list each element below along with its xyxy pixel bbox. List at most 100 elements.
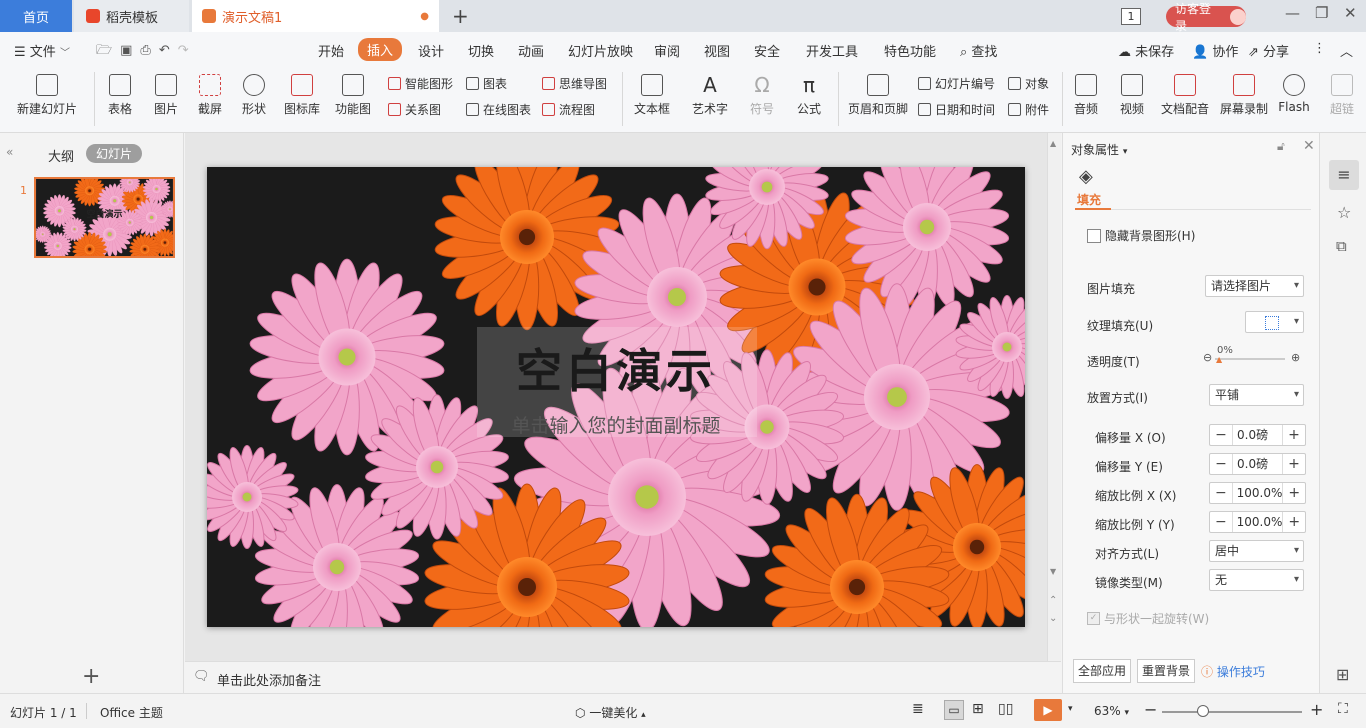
lock-icon[interactable]: 🔓︎ xyxy=(1277,139,1285,154)
tips-link[interactable]: ⓘ 操作技巧 xyxy=(1201,663,1265,680)
online-chart-button[interactable]: 在线图表 xyxy=(466,101,531,118)
transparency-slider-track[interactable] xyxy=(1215,358,1285,360)
menu-animation[interactable]: 动画 xyxy=(518,41,544,60)
menu-view[interactable]: 视图 xyxy=(704,41,730,60)
texture-fill-select[interactable] xyxy=(1245,311,1304,333)
flowchart-button[interactable]: 流程图 xyxy=(542,101,595,118)
screen-record-button[interactable]: 屏幕录制 xyxy=(1218,74,1270,117)
close-icon[interactable]: ✕ xyxy=(1344,4,1357,22)
share-button[interactable]: ⇗ 分享 xyxy=(1248,41,1289,60)
scale-y-stepper[interactable]: −100.0% + xyxy=(1209,511,1306,533)
fit-window-icon[interactable]: ⛶ xyxy=(1338,701,1348,717)
hide-bg-checkbox-row[interactable]: 隐藏背景图形(H) xyxy=(1087,227,1195,244)
slide[interactable]: 空白演示 单击输入您的封面副标题 xyxy=(207,167,1025,627)
zoom-out-button[interactable]: − xyxy=(1144,700,1157,719)
tab-template[interactable]: 稻壳模板 xyxy=(74,0,189,32)
attachment-button[interactable]: 附件 xyxy=(1008,101,1049,118)
vertical-scrollbar[interactable]: ▲ ▼ ⌃ ⌄ xyxy=(1047,133,1061,661)
more-icon[interactable]: ⋮ xyxy=(1313,41,1326,56)
notes-bar[interactable]: 🗨 单击此处添加备注 xyxy=(185,661,1061,693)
properties-toggle-icon[interactable]: ≡ xyxy=(1329,160,1359,190)
beautify-button[interactable]: ⬡ 一键美化 ▴ xyxy=(575,704,646,721)
slide-thumbnail[interactable]: 空白演示 xyxy=(34,177,175,258)
chevron-down-icon[interactable]: ▾ xyxy=(1068,704,1073,714)
grid-apps-icon[interactable]: ⊞ xyxy=(1336,665,1349,684)
zoom-level[interactable]: 63% ▾ xyxy=(1094,704,1129,718)
increment-button[interactable]: + xyxy=(1283,427,1305,443)
new-slide-button[interactable]: 新建幻灯片 xyxy=(12,74,82,117)
reading-view-icon[interactable]: ▯▯ xyxy=(998,701,1013,717)
slide-subtitle[interactable]: 单击输入您的封面副标题 xyxy=(207,411,1025,438)
decrement-button[interactable]: − xyxy=(1210,456,1232,472)
properties-header[interactable]: 对象属性 ▾ xyxy=(1071,141,1127,158)
increment-button[interactable]: + xyxy=(1283,456,1305,472)
restore-icon[interactable]: ❐ xyxy=(1315,4,1328,22)
picture-fill-select[interactable]: 请选择图片 xyxy=(1205,275,1304,297)
offset-y-value[interactable]: 0.0磅 xyxy=(1232,454,1283,474)
datetime-button[interactable]: 日期和时间 xyxy=(918,101,995,118)
save-status[interactable]: ☁ 未保存 xyxy=(1118,41,1174,60)
play-slideshow-button[interactable]: ▶ xyxy=(1034,699,1062,721)
open-icon[interactable]: 🗁 xyxy=(96,43,120,58)
header-footer-button[interactable]: 页眉和页脚 xyxy=(846,74,910,117)
align-select[interactable]: 居中 xyxy=(1209,540,1304,562)
slides-tab[interactable]: 幻灯片 xyxy=(86,144,143,163)
scale-x-value[interactable]: 100.0% xyxy=(1231,483,1284,503)
menu-slideshow[interactable]: 幻灯片放映 xyxy=(568,41,633,60)
object-button[interactable]: 对象 xyxy=(1008,75,1049,92)
flash-button[interactable]: Flash xyxy=(1276,74,1312,114)
new-tab-button[interactable]: + xyxy=(452,4,469,28)
menu-transition[interactable]: 切换 xyxy=(468,41,494,60)
window-count-badge[interactable]: 1 xyxy=(1121,8,1141,25)
page-up-icon[interactable]: ⌃ xyxy=(1049,595,1057,606)
hyperlink-button[interactable]: 超链 xyxy=(1328,74,1356,117)
scroll-up-icon[interactable]: ▲ xyxy=(1050,139,1056,148)
menu-developer[interactable]: 开发工具 xyxy=(806,41,858,60)
offset-x-stepper[interactable]: −0.0磅 + xyxy=(1209,424,1306,446)
increment-button[interactable]: + xyxy=(1283,514,1305,530)
offset-x-value[interactable]: 0.0磅 xyxy=(1232,425,1283,445)
search-menu[interactable]: ⌕ 查找 xyxy=(960,41,997,60)
login-button[interactable]: 访客登录 xyxy=(1166,2,1246,33)
print-icon[interactable]: ⎙ xyxy=(140,43,158,58)
audio-button[interactable]: 音频 xyxy=(1068,74,1104,117)
tab-document[interactable]: 演示文稿1 ● xyxy=(192,0,439,32)
increment-button[interactable]: + xyxy=(1283,485,1305,501)
chart-button[interactable]: 图表 xyxy=(466,75,507,92)
undo-icon[interactable]: ↶ xyxy=(159,43,178,58)
file-menu[interactable]: ☰ 文件 ﹀ xyxy=(14,41,70,60)
function-chart-button[interactable]: 功能图 xyxy=(330,74,376,117)
notes-toggle-icon[interactable]: ≣ xyxy=(912,701,924,717)
scale-x-stepper[interactable]: −100.0% + xyxy=(1209,482,1306,504)
video-button[interactable]: 视频 xyxy=(1114,74,1150,117)
menu-insert[interactable]: 插入 xyxy=(358,38,403,61)
theme-name[interactable]: Office 主题 xyxy=(100,704,163,721)
save-icon[interactable]: ▣ xyxy=(120,43,140,58)
wordart-button[interactable]: A 艺术字 xyxy=(686,74,734,117)
normal-view-icon[interactable]: ▭ xyxy=(944,700,964,720)
shape-button[interactable]: 形状 xyxy=(236,74,272,117)
slide-title[interactable]: 空白演示 xyxy=(207,335,1025,401)
animation-star-icon[interactable]: ☆ xyxy=(1337,203,1351,222)
collaborate-button[interactable]: 👤 协作 xyxy=(1192,41,1238,60)
mindmap-button[interactable]: 思维导图 xyxy=(542,75,607,92)
menu-review[interactable]: 审阅 xyxy=(654,41,680,60)
offset-y-stepper[interactable]: −0.0磅 + xyxy=(1209,453,1306,475)
decrement-button[interactable]: − xyxy=(1210,485,1232,501)
collapse-panel-icon[interactable]: « xyxy=(6,145,13,159)
menu-design[interactable]: 设计 xyxy=(418,41,444,60)
zoom-slider-handle[interactable] xyxy=(1197,705,1209,717)
text-dubbing-button[interactable]: 文档配音 xyxy=(1158,74,1212,117)
symbol-button[interactable]: Ω 符号 xyxy=(744,74,780,117)
transparency-plus-button[interactable]: ⊕ xyxy=(1291,351,1300,364)
transparency-minus-button[interactable]: ⊖ xyxy=(1203,351,1212,364)
scroll-down-icon[interactable]: ▼ xyxy=(1050,567,1056,576)
zoom-in-button[interactable]: + xyxy=(1310,700,1323,719)
placement-select[interactable]: 平铺 xyxy=(1209,384,1304,406)
minimize-icon[interactable]: — xyxy=(1285,4,1300,22)
tab-home[interactable]: 首页 xyxy=(0,0,72,32)
fill-tab[interactable]: 填充 xyxy=(1077,191,1101,208)
formula-button[interactable]: π 公式 xyxy=(790,74,828,117)
mirror-select[interactable]: 无 xyxy=(1209,569,1304,591)
page-down-icon[interactable]: ⌄ xyxy=(1049,613,1057,624)
